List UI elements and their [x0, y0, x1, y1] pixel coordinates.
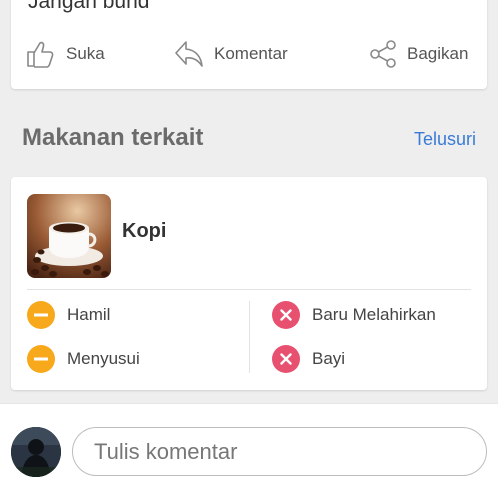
food-image [27, 194, 111, 278]
share-icon [370, 40, 396, 68]
status-breastfeeding: Menyusui [27, 345, 140, 373]
post-card: Jangan bund Suka Komentar Bagikan [11, 0, 487, 89]
cross-icon [272, 301, 300, 329]
status-postpartum: Baru Melahirkan [272, 301, 436, 329]
cross-icon [272, 345, 300, 373]
thumbs-up-icon [27, 41, 54, 68]
food-name: Kopi [122, 220, 167, 242]
status-label: Menyusui [67, 349, 140, 368]
divider [27, 289, 471, 290]
post-text: Jangan bund [28, 0, 150, 13]
status-pregnant: Hamil [27, 301, 110, 329]
like-label: Suka [66, 44, 105, 63]
post-actions: Suka Komentar Bagikan [11, 34, 487, 74]
food-card[interactable]: Kopi Hamil Baru Melahirkan Menyusui Bayi [11, 177, 487, 390]
reply-arrow-icon [175, 41, 203, 67]
status-label: Baru Melahirkan [312, 305, 436, 324]
caution-icon [27, 345, 55, 373]
status-label: Bayi [312, 349, 346, 368]
comment-input[interactable] [72, 427, 487, 476]
avatar[interactable] [11, 427, 61, 477]
caution-icon [27, 301, 55, 329]
comment-button[interactable]: Komentar [174, 34, 288, 74]
divider [249, 301, 250, 373]
status-label: Hamil [67, 305, 111, 324]
status-baby: Bayi [272, 345, 345, 373]
comment-bar [0, 403, 498, 498]
share-button[interactable]: Bagikan [369, 34, 468, 74]
share-label: Bagikan [407, 44, 469, 63]
like-button[interactable]: Suka [26, 34, 105, 74]
related-foods-title: Makanan terkait [22, 124, 204, 151]
comment-label: Komentar [214, 44, 288, 63]
browse-link[interactable]: Telusuri [414, 129, 476, 150]
